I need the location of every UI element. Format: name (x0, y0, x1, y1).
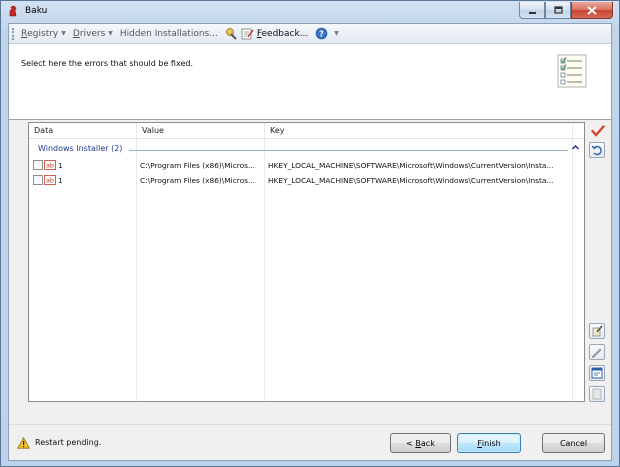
wrench-icon (592, 325, 603, 337)
back-button-prefix: < (406, 438, 416, 448)
undo-button[interactable] (589, 142, 605, 158)
minimize-button[interactable] (519, 2, 545, 19)
tool-button-1[interactable] (589, 323, 605, 339)
checkmark-icon (591, 125, 605, 137)
row-value: C:\Program Files (x86)\Micros... (140, 176, 256, 185)
chevron-down-icon: ▼ (334, 30, 339, 37)
row-checkbox[interactable] (33, 175, 43, 185)
finish-button-label: inish (481, 438, 501, 448)
menu-help[interactable]: ? ▼ (315, 27, 339, 40)
check-all-button[interactable] (589, 122, 607, 140)
column-header-key[interactable]: Key (270, 126, 285, 135)
feedback-label: Feedback... (256, 28, 309, 39)
warning-icon (17, 437, 30, 449)
svg-text:ab: ab (46, 177, 54, 185)
string-value-icon: ab (44, 175, 56, 185)
checklist-icon (557, 54, 587, 88)
menu-registry[interactable]: Registry ▼ (21, 29, 66, 39)
row-checkbox[interactable] (33, 160, 43, 170)
list-header: Data Value Key (29, 123, 584, 139)
title-bar[interactable]: Baku (1, 1, 619, 23)
toolbar-grip[interactable] (12, 27, 16, 40)
svg-text:?: ? (319, 30, 324, 39)
tool-button-3[interactable] (589, 365, 605, 381)
back-button-label: ack (420, 438, 435, 448)
table-row[interactable]: ab 1 C:\Program Files (x86)\Micros... HK… (29, 159, 584, 172)
back-button[interactable]: < Back (390, 433, 451, 453)
chevron-down-icon: ▼ (61, 30, 66, 37)
group-label: Windows Installer (2) (38, 144, 127, 153)
menu-hidden-installations[interactable]: Hidden Installations... (120, 29, 218, 39)
menu-drivers[interactable]: Drivers ▼ (73, 29, 113, 39)
window-title: Baku (25, 6, 48, 16)
minimize-icon (528, 11, 536, 14)
help-icon: ? (315, 27, 328, 40)
column-header-data[interactable]: Data (34, 126, 53, 135)
row-data: 1 (58, 161, 63, 170)
row-key: HKEY_LOCAL_MACHINE\SOFTWARE\Microsoft\Wi… (268, 161, 554, 170)
disabled-tool-icon (592, 388, 602, 400)
tool-button-2[interactable] (589, 344, 605, 360)
toolbar-menu: Registry ▼ Drivers ▼ Hidden Installation… (9, 24, 611, 44)
feedback-icon (241, 28, 254, 40)
wizard-header: Select here the errors that should be fi… (9, 44, 611, 120)
chevron-up-icon[interactable] (571, 143, 580, 152)
close-icon (587, 5, 597, 15)
group-divider-line (129, 150, 568, 151)
undo-icon (591, 145, 602, 156)
svg-text:ab: ab (46, 162, 54, 170)
status-text: Restart pending. (35, 438, 102, 447)
cancel-button[interactable]: Cancel (542, 433, 605, 453)
app-icon (9, 5, 17, 17)
maximize-button[interactable] (545, 2, 571, 19)
close-button[interactable] (571, 2, 613, 19)
string-value-icon: ab (44, 160, 56, 170)
edit-icon (592, 348, 602, 358)
menu-feedback[interactable]: Feedback... (225, 27, 308, 40)
footer-divider (9, 424, 611, 425)
table-row[interactable]: ab 1 C:\Program Files (x86)\Micros... HK… (29, 174, 584, 187)
row-data: 1 (58, 176, 63, 185)
feedback-mnemonic: F (256, 28, 262, 39)
menu-drivers-label: rivers (79, 28, 106, 39)
maximize-icon (553, 5, 563, 14)
row-key: HKEY_LOCAL_MACHINE\SOFTWARE\Microsoft\Wi… (268, 176, 554, 185)
chevron-down-icon: ▼ (108, 30, 113, 37)
header-instruction: Select here the errors that should be fi… (21, 59, 193, 68)
app-window: Baku Registry ▼ Drivers ▼ Hidden Install… (0, 0, 620, 467)
group-header-windows-installer[interactable]: Windows Installer (2) (29, 142, 584, 156)
errors-list[interactable]: Data Value Key Windows Installer (2) ab (28, 122, 585, 402)
properties-icon (591, 367, 603, 379)
finish-button[interactable]: Finish (457, 433, 521, 453)
menu-registry-label: egistry (27, 28, 59, 39)
tools-icon (225, 28, 237, 40)
tool-button-4[interactable] (589, 386, 605, 402)
menu-drivers-mnemonic: D (72, 28, 80, 39)
column-header-value[interactable]: Value (142, 126, 164, 135)
wizard-client-area: Registry ▼ Drivers ▼ Hidden Installation… (8, 23, 612, 461)
row-value: C:\Program Files (x86)\Micros... (140, 161, 256, 170)
